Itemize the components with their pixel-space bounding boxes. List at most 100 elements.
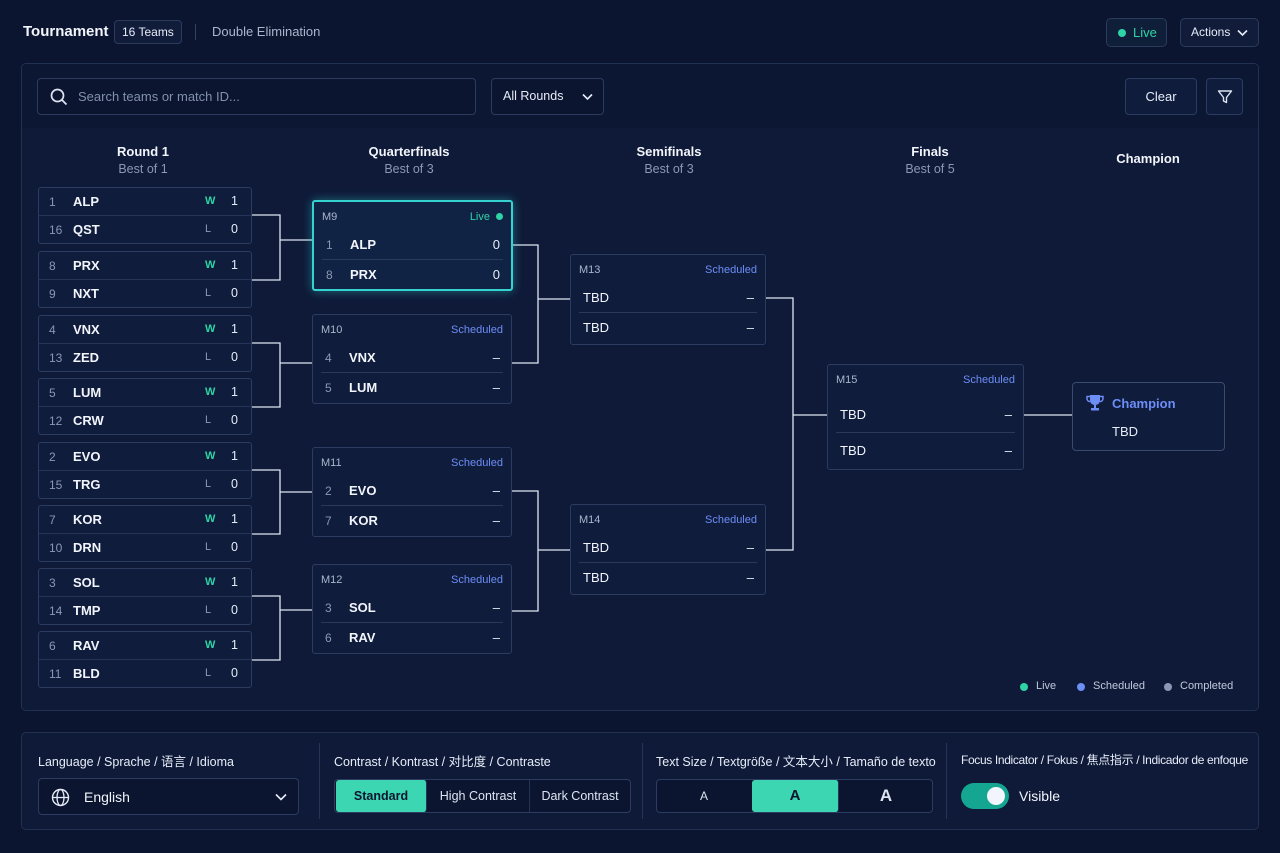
team-row: 3 SOL –	[313, 593, 511, 623]
score: 0	[231, 477, 238, 491]
seed: 7	[49, 513, 56, 527]
language-setting: Language / Sprache / 语言 / Idioma English	[22, 733, 318, 829]
match-card-m10[interactable]: M10 Scheduled 4 VNX – 5 LUM –	[312, 314, 512, 404]
seed: 8	[49, 259, 56, 273]
match-card-m14[interactable]: M14 Scheduled TBD – TBD –	[570, 504, 766, 595]
result-badge: W	[205, 386, 216, 398]
r1-match-8[interactable]: 6 RAV W 1 11 BLD L 0	[38, 631, 252, 688]
score: –	[1004, 443, 1012, 458]
team-row: 4 VNX –	[313, 343, 511, 373]
text-size-small[interactable]: A	[657, 780, 751, 812]
contrast-option-high[interactable]: High Contrast	[427, 780, 530, 812]
team-row: 8 PRX 0	[314, 260, 511, 290]
team-row: 12 CRW L 0	[39, 407, 251, 435]
team-name: ZED	[73, 350, 99, 365]
seed: 3	[49, 576, 56, 590]
chevron-down-icon	[275, 793, 287, 801]
r1-match-5[interactable]: 2 EVO W 1 15 TRG L 0	[38, 442, 252, 499]
page-header: Tournament 16 Teams Double Elimination L…	[0, 0, 1280, 64]
r1-match-7[interactable]: 3 SOL W 1 14 TMP L 0	[38, 568, 252, 625]
team-row: 2 EVO –	[313, 476, 511, 506]
team-name: TBD	[583, 570, 609, 585]
team-name: LUM	[349, 380, 378, 395]
team-name: PRX	[350, 267, 377, 282]
team-row: TBD –	[571, 283, 765, 313]
chevron-down-icon	[1237, 29, 1248, 37]
language-value: English	[84, 789, 130, 805]
match-card-m12[interactable]: M12 Scheduled 3 SOL – 6 RAV –	[312, 564, 512, 654]
seed: 4	[49, 323, 56, 337]
match-status: Scheduled	[451, 457, 503, 469]
seed: 1	[49, 195, 56, 209]
team-row: 16 QST L 0	[39, 216, 251, 244]
team-row: 2 EVO W 1	[39, 443, 251, 471]
language-select[interactable]: English	[38, 778, 299, 815]
result-badge: L	[205, 223, 212, 235]
live-label: Live	[1133, 25, 1157, 40]
team-row: 15 TRG L 0	[39, 471, 251, 499]
r1-match-4[interactable]: 5 LUM W 1 12 CRW L 0	[38, 378, 252, 435]
result-badge: W	[205, 639, 216, 651]
team-name: NXT	[73, 286, 99, 301]
match-id: M15	[836, 374, 858, 386]
match-status: Scheduled	[451, 324, 503, 336]
match-status-label: Live	[469, 211, 490, 223]
format-label: Double Elimination	[212, 24, 321, 39]
team-name: EVO	[349, 483, 377, 498]
r1-match-6[interactable]: 7 KOR W 1 10 DRN L 0	[38, 505, 252, 562]
live-status-badge[interactable]: Live	[1106, 18, 1167, 47]
seed: 2	[325, 484, 332, 498]
contrast-option-standard[interactable]: Standard	[336, 780, 427, 812]
actions-button[interactable]: Actions	[1180, 18, 1259, 47]
team-row: 9 NXT L 0	[39, 280, 251, 308]
r1-match-3[interactable]: 4 VNX W 1 13 ZED L 0	[38, 315, 252, 372]
score: 0	[231, 540, 238, 554]
teams-count-badge: 16 Teams	[114, 20, 182, 44]
team-name: DRN	[73, 540, 102, 555]
match-card-m11[interactable]: M11 Scheduled 2 EVO – 7 KOR –	[312, 447, 512, 537]
result-badge: L	[205, 414, 212, 426]
team-name: EVO	[73, 449, 101, 464]
match-card-m15[interactable]: M15 Scheduled TBD – TBD –	[827, 364, 1024, 470]
score: 0	[492, 267, 500, 282]
text-size-setting: Text Size / Textgröße / 文本大小 / Tamaño de…	[656, 733, 946, 829]
team-name: TBD	[583, 290, 609, 305]
match-card-m9[interactable]: M9 Live 1 ALP 0 8 PRX 0	[312, 200, 513, 291]
team-row: 1 ALP 0	[314, 230, 511, 260]
result-badge: L	[205, 667, 212, 679]
team-row: 6 RAV W 1	[39, 632, 251, 660]
live-dot-icon	[1118, 29, 1126, 37]
focus-indicator-value: Visible	[1019, 788, 1060, 804]
team-name: SOL	[349, 600, 376, 615]
bracket-panel: All Rounds Clear Round 1 Best of 1 Quart…	[21, 63, 1259, 711]
text-size-label: Text Size / Textgröße / 文本大小 / Tamaño de…	[656, 755, 936, 769]
legend-label: Scheduled	[1093, 680, 1145, 692]
seed: 10	[49, 541, 63, 555]
score: –	[492, 350, 500, 365]
seed: 16	[49, 223, 63, 237]
seed: 9	[49, 287, 56, 301]
result-badge: L	[205, 351, 212, 363]
team-row: 3 SOL W 1	[39, 569, 251, 597]
match-status: Scheduled	[705, 264, 757, 276]
r1-match-2[interactable]: 8 PRX W 1 9 NXT L 0	[38, 251, 252, 308]
team-row: 1 ALP W 1	[39, 188, 251, 216]
focus-indicator-toggle[interactable]	[961, 783, 1009, 809]
team-row: TBD –	[571, 313, 765, 343]
team-name: RAV	[73, 638, 100, 653]
result-badge: W	[205, 513, 216, 525]
team-row: 5 LUM W 1	[39, 379, 251, 407]
seed: 3	[325, 601, 332, 615]
r1-match-1[interactable]: 1 ALP W 1 16 QST L 0	[38, 187, 252, 244]
score: 0	[231, 286, 238, 300]
team-name: TRG	[73, 477, 101, 492]
text-size-large[interactable]: A	[840, 780, 932, 812]
header-divider	[195, 24, 196, 40]
match-id: M11	[321, 457, 342, 469]
text-size-medium[interactable]: A	[752, 780, 839, 812]
team-name: TBD	[840, 443, 866, 458]
team-name: TBD	[583, 540, 609, 555]
contrast-option-dark[interactable]: Dark Contrast	[530, 780, 630, 812]
match-card-m13[interactable]: M13 Scheduled TBD – TBD –	[570, 254, 766, 345]
champion-card[interactable]: Champion TBD	[1072, 382, 1225, 451]
